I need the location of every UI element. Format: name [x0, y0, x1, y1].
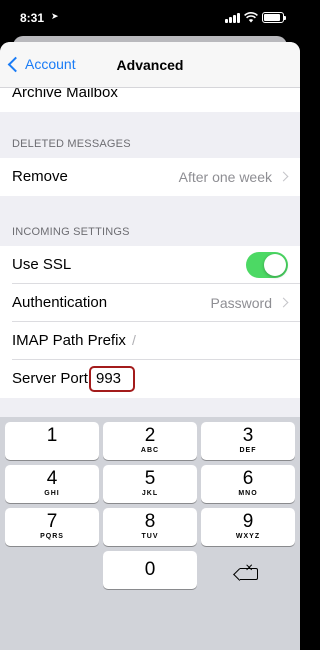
server-port-row: Server Port 993	[0, 360, 300, 398]
page-title: Advanced	[116, 57, 184, 73]
key-letters: JKL	[141, 490, 159, 497]
use-ssl-toggle[interactable]	[246, 252, 288, 278]
remove-label: Remove	[12, 168, 68, 185]
key-letters: WXYZ	[235, 533, 261, 540]
delete-key[interactable]: ✕	[232, 562, 268, 586]
incoming-settings-header: INCOMING SETTINGS	[12, 226, 130, 238]
key-letters: MNO	[238, 490, 258, 497]
toggle-knob	[264, 254, 286, 276]
use-ssl-label: Use SSL	[12, 256, 72, 273]
key-number: 5	[144, 468, 156, 489]
key-letters: GHI	[44, 490, 60, 497]
status-time: 8:31	[20, 11, 45, 25]
key-letters: TUV	[141, 533, 159, 540]
key-letters: DEF	[239, 447, 257, 454]
key-letters: ABC	[140, 447, 160, 454]
key-number: 0	[144, 559, 156, 580]
key-number: 1	[46, 425, 58, 446]
chevron-right-icon	[278, 297, 289, 308]
key-8[interactable]: 8 TUV	[103, 508, 197, 546]
key-0[interactable]: 0	[103, 551, 197, 589]
key-7[interactable]: 7 PQRS	[5, 508, 99, 546]
key-number: 7	[46, 511, 58, 532]
key-1[interactable]: 1	[5, 422, 99, 460]
wifi-icon	[244, 12, 258, 23]
use-ssl-row: Use SSL	[0, 246, 300, 284]
server-port-label: Server Port	[12, 370, 88, 387]
imap-path-prefix-field[interactable]: /	[132, 332, 136, 348]
nav-bar: Account Advanced	[0, 42, 300, 88]
remove-row[interactable]: Remove After one week	[0, 158, 300, 196]
key-3[interactable]: 3 DEF	[201, 422, 295, 460]
cellular-signal-icon	[225, 12, 240, 23]
imap-path-prefix-label: IMAP Path Prefix	[12, 332, 126, 349]
chevron-right-icon	[278, 171, 289, 182]
key-letters: PQRS	[40, 533, 64, 540]
key-9[interactable]: 9 WXYZ	[201, 508, 295, 546]
deleted-messages-header: DELETED MESSAGES	[12, 138, 131, 150]
numeric-keypad: 1 2 ABC 3 DEF 4 GHI 5 JKL 6 MNO 7 PQRS 8…	[0, 417, 300, 650]
remove-value: After one week	[178, 169, 272, 185]
imap-path-prefix-row[interactable]: IMAP Path Prefix /	[0, 322, 300, 360]
status-icons	[225, 12, 286, 23]
key-6[interactable]: 6 MNO	[201, 465, 295, 503]
authentication-value: Password	[210, 295, 272, 311]
location-arrow-icon: ➤	[51, 11, 59, 21]
battery-icon	[262, 12, 286, 23]
authentication-label: Authentication	[12, 294, 108, 311]
authentication-row[interactable]: Authentication Password	[0, 284, 300, 322]
key-number: 6	[242, 468, 254, 489]
delete-x-mark: ✕	[245, 563, 254, 574]
server-port-field[interactable]: 993	[96, 370, 121, 387]
key-number: 9	[242, 511, 254, 532]
key-number: 2	[144, 425, 156, 446]
key-4[interactable]: 4 GHI	[5, 465, 99, 503]
status-bar: 8:31 ➤	[0, 0, 300, 36]
key-number: 3	[242, 425, 254, 446]
key-5[interactable]: 5 JKL	[103, 465, 197, 503]
key-number: 8	[144, 511, 156, 532]
key-2[interactable]: 2 ABC	[103, 422, 197, 460]
battery-fill	[264, 14, 281, 21]
key-number: 4	[46, 468, 58, 489]
